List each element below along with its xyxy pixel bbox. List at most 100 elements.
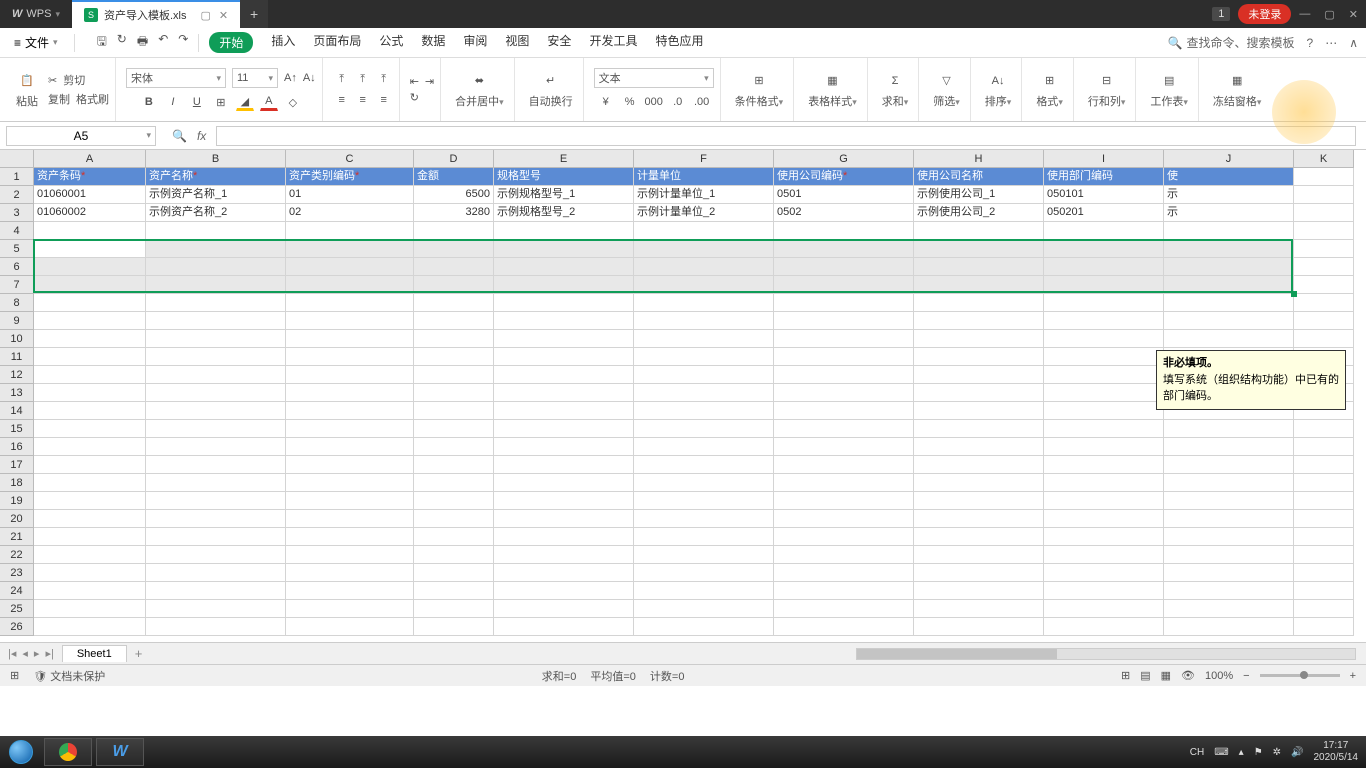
cell[interactable] — [914, 438, 1044, 456]
cell[interactable] — [774, 366, 914, 384]
cell[interactable] — [774, 618, 914, 636]
cell[interactable] — [34, 546, 146, 564]
row-header[interactable]: 7 — [0, 276, 34, 294]
cell[interactable] — [1044, 582, 1164, 600]
cell[interactable] — [34, 294, 146, 312]
tray-flag-icon[interactable]: ⚑ — [1254, 747, 1263, 758]
col-header[interactable]: K — [1294, 150, 1354, 168]
sheet-nav-last-icon[interactable]: ▸| — [45, 647, 53, 660]
row-header[interactable]: 16 — [0, 438, 34, 456]
cell[interactable] — [146, 240, 286, 258]
cell[interactable] — [414, 312, 494, 330]
row-header[interactable]: 5 — [0, 240, 34, 258]
table-style-button[interactable]: ▦表格样式▾ — [804, 71, 861, 109]
fx-cancel-icon[interactable]: 🔍 — [172, 129, 187, 143]
select-all-corner[interactable] — [0, 150, 34, 168]
cell[interactable] — [1044, 294, 1164, 312]
cell[interactable] — [1294, 168, 1354, 186]
align-right-icon[interactable]: ≡ — [375, 91, 393, 109]
cell[interactable] — [494, 528, 634, 546]
cell[interactable] — [634, 582, 774, 600]
row-header[interactable]: 21 — [0, 528, 34, 546]
cell[interactable] — [1044, 474, 1164, 492]
cell[interactable]: 01060002 — [34, 204, 146, 222]
increase-font-icon[interactable]: A↑ — [284, 72, 297, 84]
cell[interactable] — [494, 222, 634, 240]
formula-input[interactable] — [216, 126, 1356, 146]
cell[interactable] — [914, 492, 1044, 510]
cell[interactable] — [1164, 420, 1294, 438]
cell[interactable] — [146, 582, 286, 600]
cell[interactable] — [1044, 546, 1164, 564]
cell[interactable] — [286, 366, 414, 384]
cell[interactable] — [1164, 492, 1294, 510]
cell[interactable] — [634, 294, 774, 312]
cell[interactable] — [494, 348, 634, 366]
cell[interactable] — [146, 402, 286, 420]
command-search[interactable]: 🔍 查找命令、搜索模板 — [1168, 34, 1295, 51]
row-header[interactable]: 24 — [0, 582, 34, 600]
align-top-center-icon[interactable]: ⤒ — [354, 70, 372, 88]
cell[interactable] — [34, 618, 146, 636]
cell[interactable] — [1044, 366, 1164, 384]
cell[interactable] — [146, 456, 286, 474]
cell[interactable]: 示例规格型号_2 — [494, 204, 634, 222]
cell[interactable] — [914, 240, 1044, 258]
cell[interactable]: 示 — [1164, 186, 1294, 204]
taskbar-wps[interactable]: W — [96, 738, 144, 766]
cell[interactable] — [286, 240, 414, 258]
cell[interactable] — [774, 222, 914, 240]
cell[interactable] — [146, 492, 286, 510]
cell[interactable] — [914, 258, 1044, 276]
cell[interactable] — [914, 582, 1044, 600]
cell[interactable] — [1164, 330, 1294, 348]
row-header[interactable]: 12 — [0, 366, 34, 384]
tab-formula[interactable]: 公式 — [379, 32, 403, 53]
col-header[interactable]: E — [494, 150, 634, 168]
cell[interactable] — [494, 456, 634, 474]
cell[interactable] — [414, 366, 494, 384]
cell[interactable] — [774, 384, 914, 402]
cell[interactable] — [34, 582, 146, 600]
cell[interactable] — [1294, 528, 1354, 546]
cell[interactable] — [1164, 222, 1294, 240]
cell[interactable] — [414, 276, 494, 294]
row-header[interactable]: 1 — [0, 168, 34, 186]
cell[interactable] — [286, 348, 414, 366]
cell[interactable] — [774, 420, 914, 438]
tray-volume-icon[interactable]: 🔊 — [1291, 747, 1303, 758]
fx-icon[interactable]: fx — [197, 129, 206, 143]
cell[interactable]: 使用公司编码* — [774, 168, 914, 186]
cell[interactable]: 6500 — [414, 186, 494, 204]
cell[interactable]: 示例使用公司_2 — [914, 204, 1044, 222]
cell[interactable] — [634, 402, 774, 420]
cell[interactable] — [1044, 492, 1164, 510]
indent-decrease-icon[interactable]: ⇤ — [410, 75, 419, 88]
row-header[interactable]: 11 — [0, 348, 34, 366]
cell[interactable]: 示 — [1164, 204, 1294, 222]
percent-button[interactable]: % — [621, 93, 639, 111]
cond-format-button[interactable]: ⊞条件格式▾ — [731, 71, 788, 109]
cell[interactable] — [34, 456, 146, 474]
qat-save-icon[interactable]: 🖫 — [97, 32, 107, 53]
cell[interactable] — [634, 546, 774, 564]
cell[interactable] — [494, 402, 634, 420]
comma-button[interactable]: 000 — [645, 93, 663, 111]
cell[interactable] — [414, 294, 494, 312]
decrease-font-icon[interactable]: A↓ — [303, 72, 316, 84]
cell[interactable] — [774, 402, 914, 420]
cell[interactable] — [1294, 618, 1354, 636]
cell[interactable] — [286, 402, 414, 420]
cell[interactable] — [1164, 258, 1294, 276]
cell[interactable] — [286, 510, 414, 528]
cell[interactable] — [914, 366, 1044, 384]
cell[interactable] — [634, 258, 774, 276]
cell[interactable] — [914, 312, 1044, 330]
cell[interactable] — [634, 438, 774, 456]
cell[interactable]: 规格型号 — [494, 168, 634, 186]
tab-special[interactable]: 特色应用 — [655, 32, 703, 53]
format-button[interactable]: ⊞格式▾ — [1032, 71, 1067, 109]
cell[interactable] — [494, 618, 634, 636]
sheet-nav-prev-icon[interactable]: ◂ — [22, 647, 28, 660]
add-sheet-button[interactable]: + — [127, 646, 151, 661]
